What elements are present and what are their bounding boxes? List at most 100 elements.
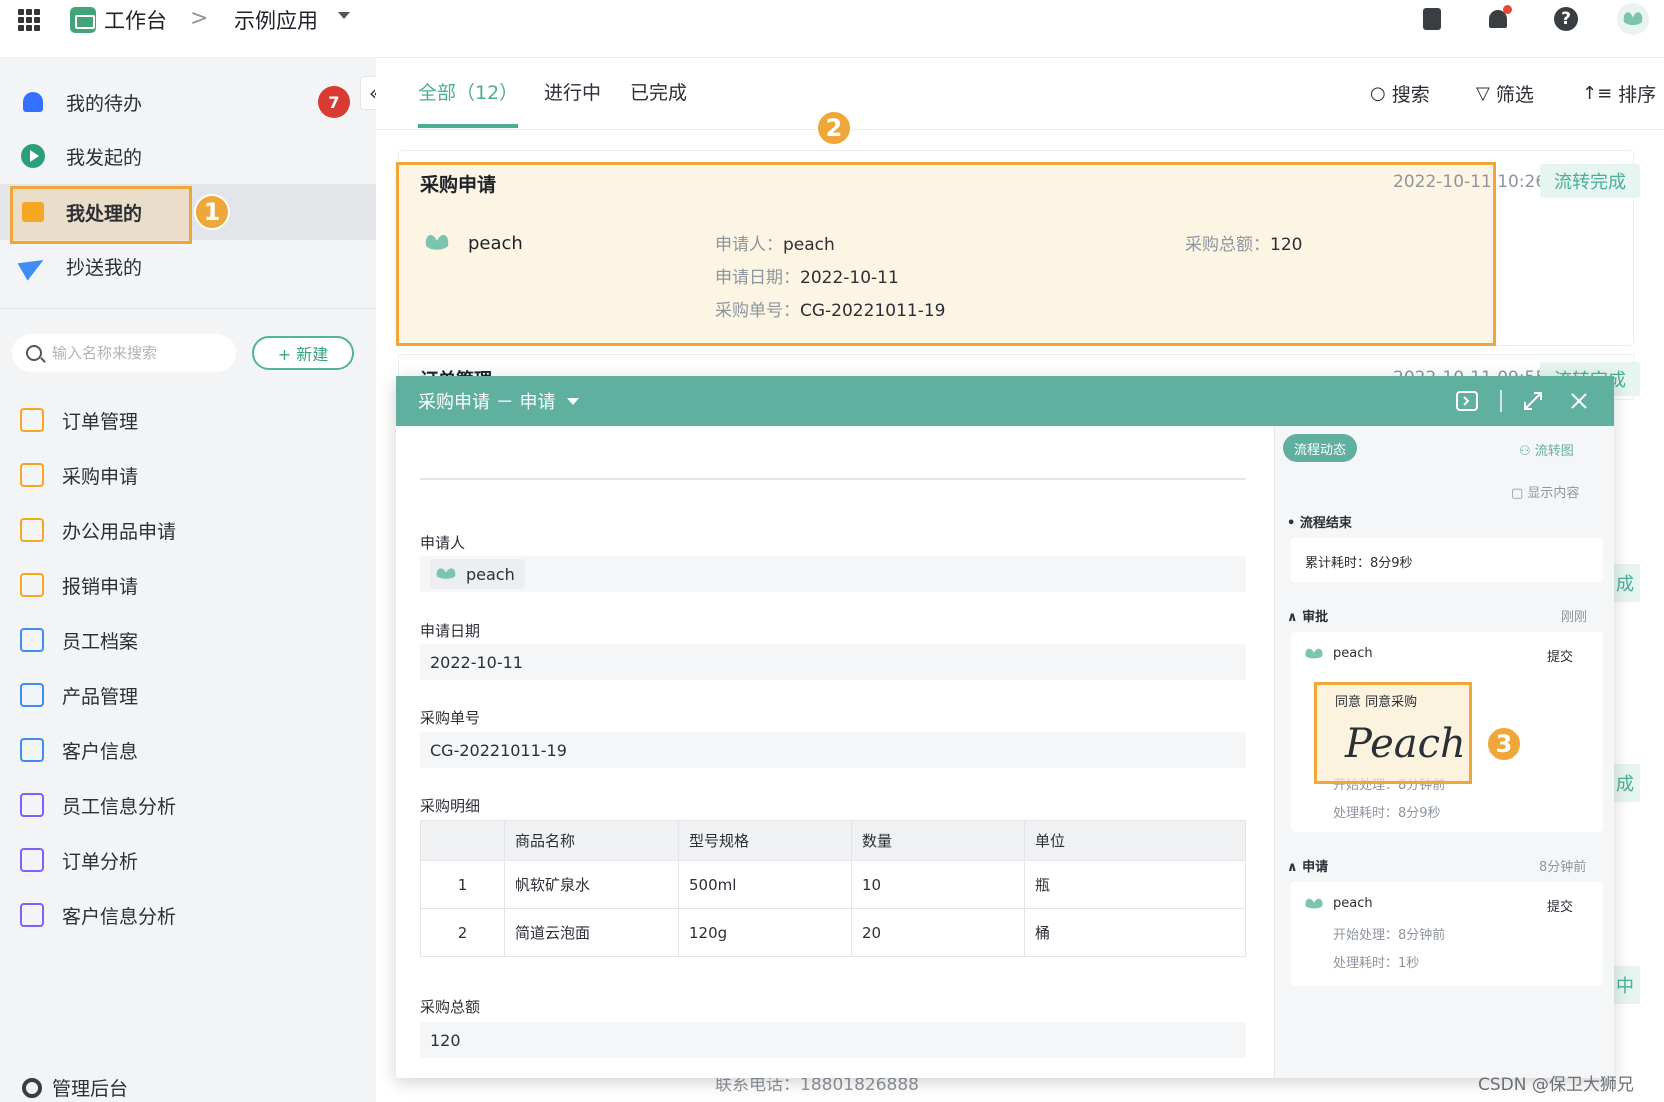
form-icon bbox=[20, 738, 44, 762]
approve-user: peach bbox=[1333, 646, 1373, 661]
table-cell: 桶 bbox=[1024, 908, 1246, 957]
breadcrumb-app[interactable]: 示例应用 bbox=[234, 4, 318, 36]
card-user: peach bbox=[420, 226, 523, 260]
close-icon[interactable] bbox=[1566, 388, 1592, 414]
workspace-label: 工作台 bbox=[104, 9, 167, 33]
sidebar-nav-item[interactable]: 产品管理 bbox=[20, 675, 138, 715]
show-content-toggle[interactable]: ▢ 显示内容 bbox=[1511, 482, 1579, 501]
status-badge: 流转完成 bbox=[1540, 164, 1640, 198]
chevron-down-icon[interactable] bbox=[338, 12, 350, 19]
sort-label: 排序 bbox=[1618, 84, 1657, 106]
search-label: 搜索 bbox=[1391, 84, 1430, 106]
breadcrumb-workspace[interactable]: 工作台 bbox=[70, 4, 167, 36]
sidebar-nav-item[interactable]: 订单分析 bbox=[20, 840, 138, 880]
filter-label: 筛选 bbox=[1495, 84, 1534, 106]
approve-time: 刚刚 bbox=[1561, 610, 1588, 625]
date-field: 2022-10-11 bbox=[420, 644, 1246, 680]
tab-all[interactable]: 全部（12） bbox=[418, 78, 518, 105]
card-total: 采购总额：120 bbox=[1185, 230, 1302, 255]
workspace-icon bbox=[70, 7, 96, 33]
search-tool[interactable]: ○ 搜索 bbox=[1370, 80, 1430, 107]
sidebar-item-initiated[interactable]: 我发起的 bbox=[20, 134, 142, 178]
sidebar-item-my-todo[interactable]: 我的待办 bbox=[20, 80, 142, 124]
new-button[interactable]: + 新建 bbox=[252, 336, 354, 370]
tab-bar: 全部（12） 进行中 已完成 ○ 搜索 ▽ 筛选 ↑≡ 排序 bbox=[376, 58, 1664, 130]
sidebar-nav-item[interactable]: 员工档案 bbox=[20, 620, 138, 660]
help-icon[interactable]: ? bbox=[1552, 5, 1580, 33]
field-value: 120 bbox=[1270, 235, 1303, 255]
sidebar-item-label: 我处理的 bbox=[66, 202, 143, 225]
avatar bbox=[1305, 898, 1323, 909]
sidebar-nav-item[interactable]: 办公用品申请 bbox=[20, 510, 176, 550]
flow-end-section: • 流程结束 bbox=[1287, 516, 1352, 531]
filter-tool[interactable]: ▽ 筛选 bbox=[1476, 80, 1534, 107]
panel-toggle-icon[interactable] bbox=[1454, 388, 1480, 414]
card-username: peach bbox=[468, 232, 523, 254]
tab-done[interactable]: 已完成 bbox=[630, 78, 687, 105]
tab-flow-activity[interactable]: 流程动态 bbox=[1283, 434, 1357, 462]
table-cell: 瓶 bbox=[1024, 860, 1246, 909]
gear-icon bbox=[22, 1077, 42, 1098]
sidebar-nav-item[interactable]: 采购申请 bbox=[20, 455, 138, 495]
form-icon bbox=[20, 683, 44, 707]
apply-section[interactable]: ∧ 申请 bbox=[1287, 856, 1328, 875]
sidebar-nav-item[interactable]: 报销申请 bbox=[20, 565, 138, 605]
annotation-number-1: 1 bbox=[194, 194, 230, 230]
admin-console-link[interactable]: 管理后台 bbox=[22, 1074, 128, 1101]
form-divider bbox=[420, 478, 1246, 480]
approve-label: 审批 bbox=[1302, 610, 1329, 625]
sort-tool[interactable]: ↑≡ 排序 bbox=[1582, 80, 1656, 107]
table-cell: 120g bbox=[678, 908, 852, 957]
active-tab-indicator bbox=[418, 124, 518, 128]
form-icon bbox=[20, 408, 44, 432]
apps-grid-icon[interactable] bbox=[18, 9, 40, 31]
table-cell: 帆软矿泉水 bbox=[504, 860, 679, 909]
notification-dot bbox=[1503, 5, 1512, 14]
apply-user: peach bbox=[1333, 896, 1373, 911]
sidebar-nav-item[interactable]: 客户信息分析 bbox=[20, 895, 176, 935]
user-avatar[interactable] bbox=[1616, 2, 1650, 36]
filter-icon: ▽ bbox=[1476, 83, 1490, 104]
sidebar-search[interactable] bbox=[12, 334, 236, 372]
table-row: 1 帆软矿泉水 500ml 10 瓶 bbox=[420, 860, 1246, 909]
sidebar-nav-label: 办公用品申请 bbox=[62, 520, 177, 543]
notification-bell-icon[interactable] bbox=[1484, 5, 1512, 33]
search-input[interactable] bbox=[52, 344, 222, 362]
signature-box: 同意 同意采购 Peach bbox=[1314, 682, 1472, 784]
user-chip: peach bbox=[430, 559, 525, 589]
flowchart-label: 流转图 bbox=[1534, 444, 1574, 459]
sidebar-item-handled[interactable]: 我处理的 bbox=[20, 190, 142, 234]
top-bar: 工作台 > 示例应用 ? bbox=[0, 0, 1664, 58]
breadcrumb-separator: > bbox=[190, 6, 209, 31]
expand-icon[interactable] bbox=[1520, 388, 1546, 414]
sidebar-item-cc[interactable]: 抄送我的 bbox=[17, 244, 142, 288]
approve-cost: 处理耗时：8分9秒 bbox=[1333, 806, 1441, 821]
sidebar-nav-item[interactable]: 员工信息分析 bbox=[20, 785, 176, 825]
form-icon bbox=[20, 628, 44, 652]
total-time: 累计耗时：8分9秒 bbox=[1305, 556, 1413, 571]
form-icon bbox=[20, 848, 44, 872]
flowchart-link[interactable]: ⚇ 流转图 bbox=[1519, 440, 1574, 459]
book-icon[interactable] bbox=[1418, 5, 1446, 33]
tab-in-progress[interactable]: 进行中 bbox=[544, 78, 601, 105]
dialog-title[interactable]: 采购申请 － 申请 bbox=[418, 388, 580, 414]
order-no-label: 采购单号 bbox=[420, 709, 481, 727]
sidebar-nav-label: 报销申请 bbox=[62, 575, 139, 598]
avatar bbox=[436, 568, 456, 579]
highlight-box-2 bbox=[396, 162, 1496, 346]
sidebar-nav-item[interactable]: 客户信息 bbox=[20, 730, 138, 770]
sidebar-nav-item[interactable]: 订单管理 bbox=[20, 400, 138, 440]
form-icon bbox=[20, 903, 44, 927]
sidebar-divider bbox=[0, 308, 376, 309]
admin-label: 管理后台 bbox=[52, 1078, 129, 1100]
app-name: 示例应用 bbox=[234, 9, 318, 33]
sidebar-nav-label: 员工档案 bbox=[62, 630, 139, 653]
apply-action: 提交 bbox=[1547, 900, 1574, 915]
total-label: 采购总额 bbox=[420, 998, 481, 1016]
field-key: 采购总额： bbox=[1185, 235, 1270, 255]
sidebar-item-label: 我的待办 bbox=[66, 92, 143, 115]
chevron-down-icon bbox=[567, 397, 580, 405]
approve-action: 提交 bbox=[1547, 650, 1574, 665]
signature: Peach bbox=[1345, 721, 1466, 767]
approve-section[interactable]: ∧ 审批 bbox=[1287, 606, 1328, 625]
